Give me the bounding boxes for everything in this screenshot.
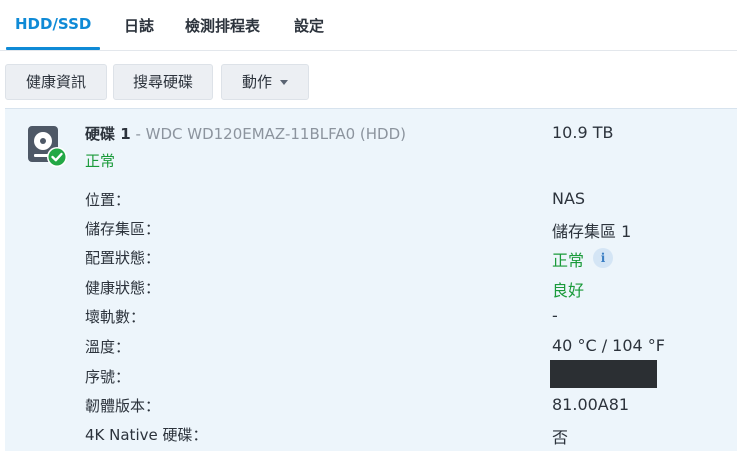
detail-row-serial-number: 序號： bbox=[0, 360, 737, 395]
detail-row-4k-native: 4K Native 硬碟： 否 bbox=[0, 424, 737, 453]
disk-model: - WDC WD120EMAZ-11BLFA0 (HDD) bbox=[130, 125, 407, 143]
detail-row-health-status: 健康狀態： 良好 bbox=[0, 277, 737, 306]
action-button-label: 動作 bbox=[241, 73, 272, 91]
detail-row-storage-pool: 儲存集區： 儲存集區 1 bbox=[0, 218, 737, 247]
temperature-label: 溫度： bbox=[85, 338, 131, 356]
allocation-status-label: 配置狀態： bbox=[85, 249, 161, 267]
detail-row-location: 位置： NAS bbox=[0, 189, 737, 218]
active-tab-indicator bbox=[6, 47, 100, 50]
tab-settings[interactable]: 設定 bbox=[294, 15, 324, 36]
storage-pool-label: 儲存集區： bbox=[85, 220, 161, 238]
info-icon[interactable]: i bbox=[593, 248, 613, 268]
caret-down-icon bbox=[280, 80, 288, 85]
serial-number-label: 序號： bbox=[85, 368, 131, 386]
firmware-value: 81.00A81 bbox=[552, 395, 630, 414]
action-dropdown-button[interactable]: 動作 bbox=[221, 64, 309, 100]
tab-hdd-ssd[interactable]: HDD/SSD bbox=[15, 15, 91, 33]
health-info-button[interactable]: 健康資訊 bbox=[5, 64, 107, 100]
bad-sectors-value: - bbox=[552, 306, 558, 325]
disk-capacity: 10.9 TB bbox=[552, 123, 614, 142]
hard-drive-healthy-icon bbox=[26, 125, 68, 169]
health-status-value: 良好 bbox=[552, 281, 585, 300]
detail-row-bad-sectors: 壞軌數： - bbox=[0, 306, 737, 335]
tab-log[interactable]: 日誌 bbox=[124, 15, 154, 36]
4k-native-label: 4K Native 硬碟： bbox=[85, 426, 208, 444]
redacted-serial-block bbox=[550, 360, 657, 388]
search-disk-button[interactable]: 搜尋硬碟 bbox=[113, 64, 213, 100]
disk-status: 正常 bbox=[85, 152, 116, 170]
bad-sectors-label: 壞軌數： bbox=[85, 308, 146, 326]
allocation-status-value: 正常 bbox=[552, 251, 585, 270]
tab-bar: HDD/SSD 日誌 檢測排程表 設定 bbox=[0, 0, 737, 51]
tab-test-schedule[interactable]: 檢測排程表 bbox=[185, 15, 260, 36]
disk-name: 硬碟 1 bbox=[85, 125, 131, 143]
disk-title: 硬碟 1 - WDC WD120EMAZ-11BLFA0 (HDD) bbox=[85, 123, 406, 144]
temperature-value: 40 °C / 104 °F bbox=[552, 336, 666, 355]
detail-row-allocation-status: 配置狀態： 正常 i bbox=[0, 247, 737, 276]
firmware-label: 韌體版本： bbox=[85, 397, 161, 415]
location-value: NAS bbox=[552, 189, 586, 208]
4k-native-value: 否 bbox=[552, 428, 569, 447]
location-label: 位置： bbox=[85, 191, 131, 209]
health-status-label: 健康狀態： bbox=[85, 279, 161, 297]
storage-pool-value: 儲存集區 1 bbox=[552, 222, 632, 241]
detail-row-firmware: 韌體版本： 81.00A81 bbox=[0, 395, 737, 424]
